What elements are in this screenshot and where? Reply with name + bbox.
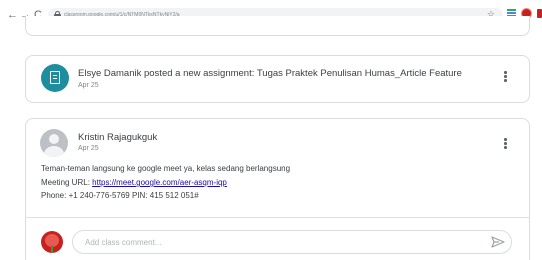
divider	[26, 217, 529, 218]
class-comment-input[interactable]	[85, 231, 465, 253]
post-date: Apr 25	[78, 145, 99, 152]
meeting-url-label: Meeting URL:	[41, 178, 93, 187]
more-options-icon[interactable]	[504, 71, 508, 83]
previous-post-card	[25, 16, 530, 36]
assignment-icon	[41, 64, 69, 92]
author-avatar	[40, 129, 68, 157]
menu-icon[interactable]	[537, 9, 542, 18]
assignment-title[interactable]: Elsye Damanik posted a new assignment: T…	[78, 68, 462, 79]
assignment-card[interactable]: Elsye Damanik posted a new assignment: T…	[25, 55, 530, 103]
comment-box	[72, 230, 512, 254]
back-arrow-icon[interactable]: ←	[7, 8, 18, 22]
phone-line: Phone: +1 240-776-5769 PIN: 415 512 051#	[41, 191, 199, 200]
announcement-card: Kristin Rajagukguk Apr 25 Teman-teman la…	[25, 118, 530, 260]
meeting-url-line: Meeting URL: https://meet.google.com/aer…	[41, 178, 227, 187]
meeting-url-link[interactable]: https://meet.google.com/aer-asqm-iqp	[92, 178, 227, 187]
more-options-icon[interactable]	[504, 138, 508, 150]
send-icon[interactable]	[491, 236, 505, 248]
user-avatar	[41, 231, 63, 253]
post-author: Kristin Rajagukguk	[78, 132, 158, 143]
assignment-date: Apr 25	[78, 82, 99, 89]
post-text: Teman-teman langsung ke google meet ya, …	[41, 164, 291, 173]
